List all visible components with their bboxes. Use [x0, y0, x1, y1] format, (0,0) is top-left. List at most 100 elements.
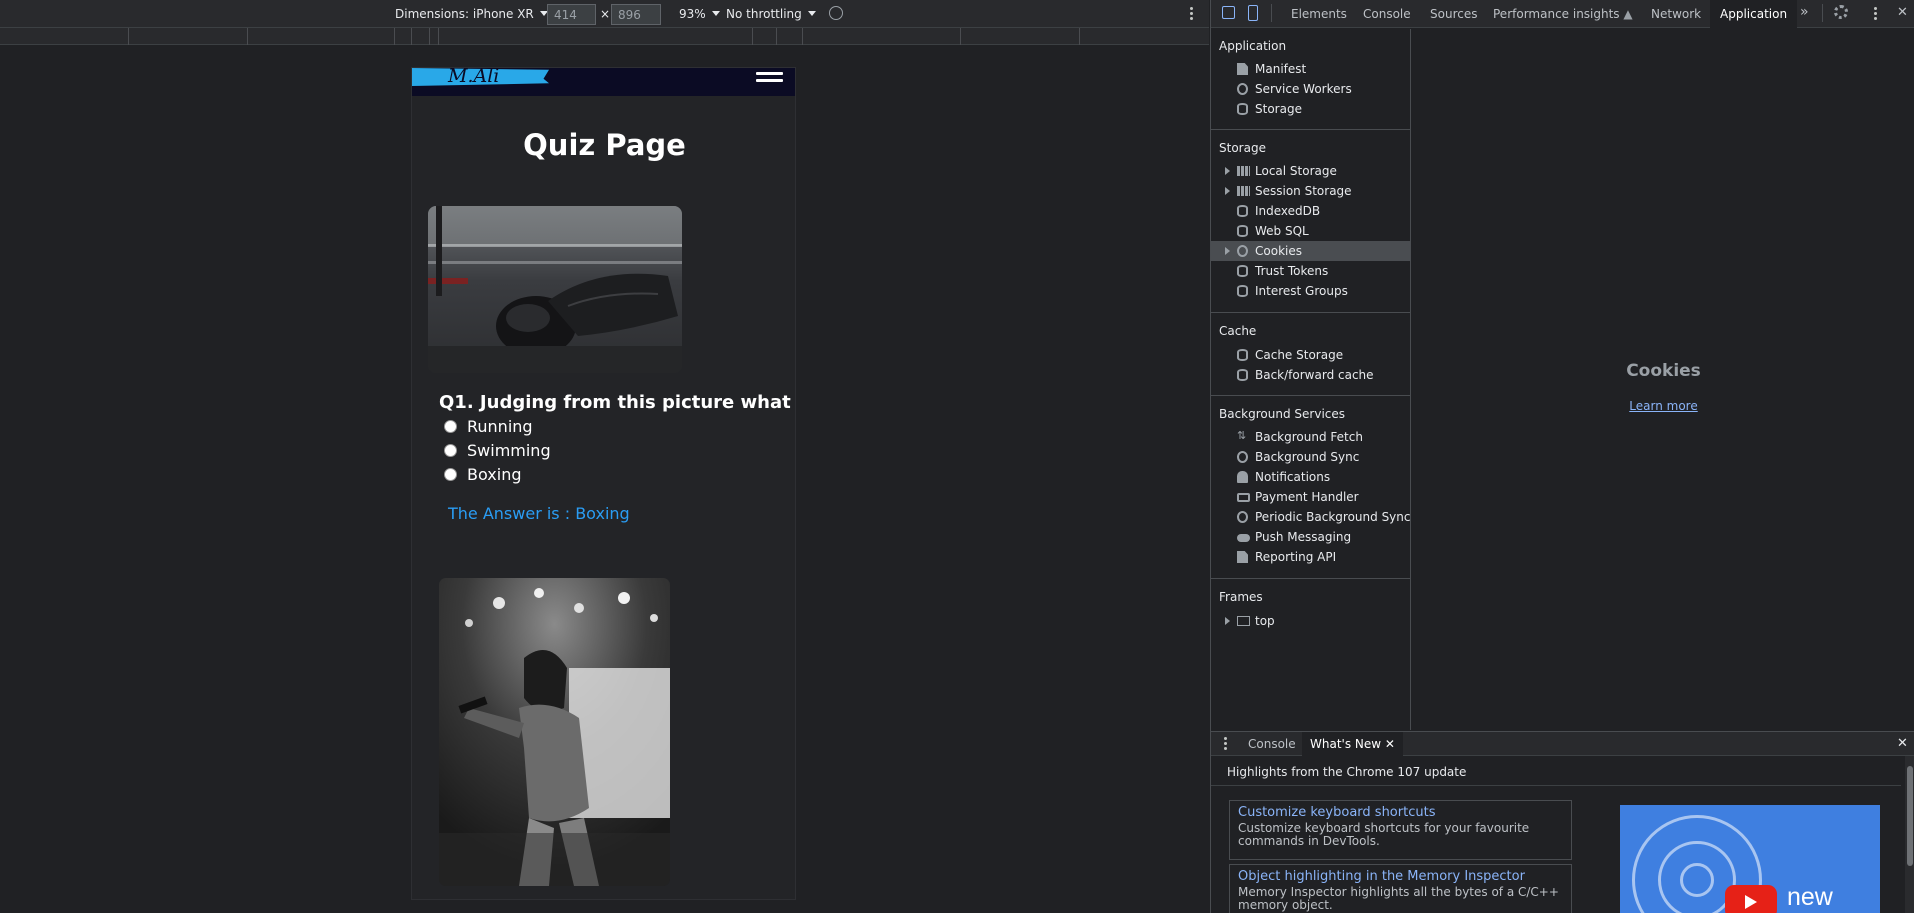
database-icon: [1237, 369, 1248, 381]
option-running[interactable]: Running: [444, 417, 533, 436]
sync-icon: [1237, 451, 1248, 463]
database-icon: [1237, 205, 1248, 217]
tab-elements[interactable]: Elements: [1291, 7, 1347, 21]
arrows-updown-icon: ⇅: [1237, 429, 1247, 442]
card-title[interactable]: Customize keyboard shortcuts: [1238, 805, 1563, 820]
option-swimming[interactable]: Swimming: [444, 441, 551, 460]
divider: [1211, 785, 1901, 786]
promo-text: new: [1787, 883, 1833, 911]
feature-card[interactable]: Object highlighting in the Memory Inspec…: [1229, 864, 1572, 913]
screen: Dimensions: iPhone XR 414 × 896 93% No t…: [0, 0, 1914, 913]
database-icon: [1237, 285, 1248, 297]
database-icon: [1237, 225, 1248, 237]
throttling-select[interactable]: No throttling: [726, 7, 816, 21]
page-title: Quiz Page: [523, 128, 686, 162]
sidebar-item-payment-handler[interactable]: Payment Handler: [1211, 487, 1411, 507]
singer-image: [439, 578, 670, 886]
cookies-panel: Cookies Learn more: [1412, 29, 1914, 730]
devtools-more-icon[interactable]: [1874, 7, 1877, 22]
sidebar-item-frame-top[interactable]: top: [1211, 611, 1411, 631]
youtube-play-icon[interactable]: [1725, 885, 1777, 913]
frame-icon: [1237, 616, 1250, 626]
sidebar-item-service-workers[interactable]: Service Workers: [1211, 79, 1411, 99]
sidebar-item-session-storage[interactable]: Session Storage: [1211, 181, 1411, 201]
more-tabs-icon[interactable]: »: [1800, 4, 1809, 20]
cloud-icon: [1237, 534, 1250, 542]
radio-boxing[interactable]: [444, 468, 457, 481]
credit-card-icon: [1237, 493, 1250, 502]
option-boxing[interactable]: Boxing: [444, 465, 521, 484]
sidebar-item-reporting-api[interactable]: Reporting API: [1211, 547, 1411, 567]
file-icon: [1237, 551, 1248, 563]
times-sign: ×: [600, 7, 611, 21]
section-background-services: Background Services: [1219, 407, 1346, 421]
drawer-scrollbar[interactable]: [1905, 756, 1914, 913]
tab-sources[interactable]: Sources: [1430, 7, 1477, 21]
tab-divider: [1271, 4, 1272, 22]
radio-running[interactable]: [444, 420, 457, 433]
hamburger-menu-icon[interactable]: [756, 72, 783, 86]
question-text: Q1. Judging from this picture what: [439, 392, 791, 413]
device-toggle-icon[interactable]: [1248, 5, 1258, 21]
tab-performance-insights[interactable]: Performance insights ▲: [1493, 7, 1633, 21]
devtools-panel: Elements Console Sources Performance ins…: [1210, 0, 1914, 913]
sidebar-item-web-sql[interactable]: Web SQL: [1211, 221, 1411, 241]
card-title[interactable]: Object highlighting in the Memory Inspec…: [1238, 869, 1563, 884]
close-drawer-icon[interactable]: ✕: [1897, 736, 1908, 751]
file-icon: [1237, 63, 1248, 75]
devtools-tabbar: Elements Console Sources Performance ins…: [1211, 0, 1914, 28]
width-input[interactable]: 414: [547, 4, 596, 25]
close-tab-icon[interactable]: ✕: [1385, 737, 1395, 751]
tab-console[interactable]: Console: [1363, 7, 1411, 21]
close-devtools-icon[interactable]: ✕: [1897, 5, 1908, 20]
drawer-tab-whats-new[interactable]: What's New ✕: [1302, 732, 1403, 756]
sidebar-item-cookies[interactable]: Cookies: [1211, 241, 1411, 261]
boxing-gloves-image: [428, 206, 682, 373]
tab-divider-2: [1822, 4, 1823, 22]
device-emulation-area: Dimensions: iPhone XR 414 × 896 93% No t…: [0, 0, 1209, 913]
sidebar-item-local-storage[interactable]: Local Storage: [1211, 161, 1411, 181]
drawer-more-icon[interactable]: [1224, 737, 1227, 752]
sidebar-item-indexeddb[interactable]: IndexedDB: [1211, 201, 1411, 221]
cookies-heading: Cookies: [1626, 361, 1701, 381]
section-application: Application: [1219, 39, 1287, 53]
sidebar-item-push-messaging[interactable]: Push Messaging: [1211, 527, 1411, 547]
navbar: M.Ali: [412, 68, 795, 96]
sidebar-item-back-forward-cache[interactable]: Back/forward cache: [1211, 365, 1411, 385]
table-icon: [1237, 186, 1250, 196]
application-sidebar: Application Manifest Service Workers Sto…: [1211, 29, 1411, 730]
rotate-icon[interactable]: [829, 6, 843, 20]
tab-application[interactable]: Application: [1710, 0, 1798, 28]
divider: [1211, 395, 1411, 396]
device-select[interactable]: Dimensions: iPhone XR: [395, 7, 548, 21]
tab-network[interactable]: Network: [1651, 7, 1701, 21]
device-more-icon[interactable]: [1190, 7, 1193, 22]
feature-card[interactable]: Customize keyboard shortcuts Customize k…: [1229, 800, 1572, 860]
learn-more-link[interactable]: Learn more: [1412, 399, 1914, 413]
inspect-element-icon[interactable]: [1222, 6, 1235, 19]
drawer-tab-console[interactable]: Console: [1248, 737, 1296, 751]
zoom-select[interactable]: 93%: [679, 7, 720, 21]
expand-arrow-icon[interactable]: [1225, 247, 1230, 255]
whats-new-video-thumbnail[interactable]: new: [1620, 805, 1880, 913]
expand-arrow-icon[interactable]: [1225, 617, 1230, 625]
decor-ring: [1680, 863, 1714, 897]
section-storage: Storage: [1219, 141, 1266, 155]
expand-arrow-icon[interactable]: [1225, 167, 1230, 175]
height-input[interactable]: 896: [611, 4, 661, 25]
sidebar-item-storage[interactable]: Storage: [1211, 99, 1411, 119]
sidebar-item-background-sync[interactable]: Background Sync: [1211, 447, 1411, 467]
radio-swimming[interactable]: [444, 444, 457, 457]
expand-arrow-icon[interactable]: [1225, 187, 1230, 195]
sidebar-item-interest-groups[interactable]: Interest Groups: [1211, 281, 1411, 301]
bell-icon: [1237, 471, 1248, 483]
database-icon: [1237, 349, 1248, 361]
sidebar-item-cache-storage[interactable]: Cache Storage: [1211, 345, 1411, 365]
divider: [1211, 129, 1411, 130]
sidebar-item-background-fetch[interactable]: ⇅ Background Fetch: [1211, 427, 1411, 447]
sidebar-item-manifest[interactable]: Manifest: [1211, 59, 1411, 79]
settings-gear-icon[interactable]: [1834, 5, 1848, 19]
sidebar-item-trust-tokens[interactable]: Trust Tokens: [1211, 261, 1411, 281]
sidebar-item-notifications[interactable]: Notifications: [1211, 467, 1411, 487]
sidebar-item-periodic-background-sync[interactable]: Periodic Background Sync: [1211, 507, 1411, 527]
